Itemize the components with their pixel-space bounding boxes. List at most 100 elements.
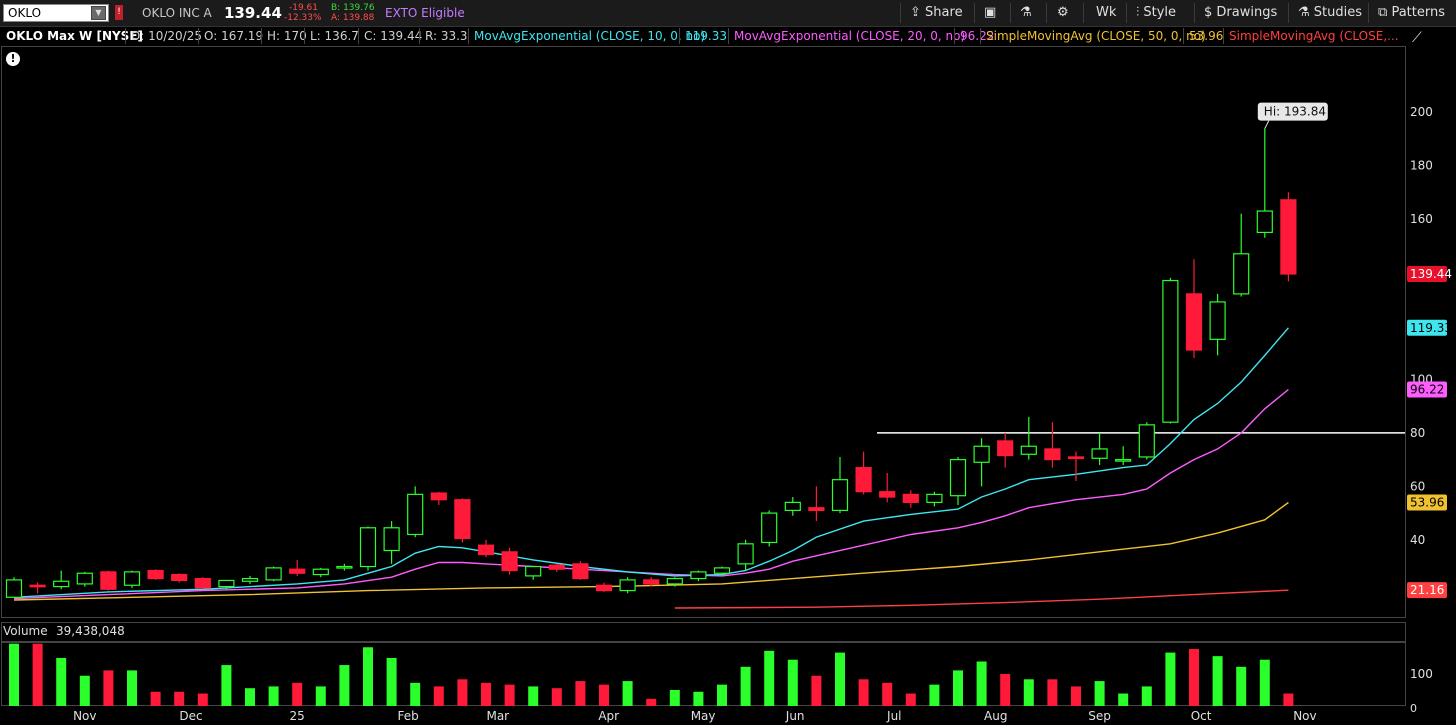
x-tick-label: Oct: [1191, 709, 1212, 723]
volume-bar-down: [1000, 673, 1011, 706]
candle-up: [5, 579, 23, 598]
volume-bar-down: [197, 693, 208, 706]
candle-up: [1209, 301, 1226, 340]
volume-bar-up: [315, 686, 326, 706]
candle-down: [171, 573, 188, 582]
volume-bar-up: [835, 652, 845, 706]
candle-down: [1067, 456, 1085, 460]
candle-up: [265, 567, 282, 581]
volume-bar-up: [127, 670, 137, 706]
candle-down: [147, 569, 164, 580]
candle-down: [430, 492, 447, 501]
volume-bar-down: [292, 682, 303, 706]
volume-bar-down: [811, 675, 822, 706]
candle-up: [1115, 459, 1132, 462]
x-tick-label: Apr: [598, 709, 619, 723]
candle-down: [289, 568, 306, 574]
candle-down: [1185, 293, 1203, 351]
volume-bar-up: [245, 688, 255, 706]
candle-down: [1280, 199, 1297, 275]
y-tick-label: 40: [1410, 533, 1425, 547]
candle-down: [902, 493, 919, 503]
x-tick-label: Jun: [785, 709, 805, 723]
volume-bar-up: [1094, 681, 1105, 706]
candle-down: [477, 544, 495, 556]
volume-bar-up: [787, 659, 798, 706]
candle-down: [855, 467, 872, 493]
volume-bar-up: [976, 661, 987, 706]
candle-up: [737, 543, 754, 565]
candle-up: [1091, 448, 1108, 459]
candle-down: [548, 564, 565, 570]
volume-bar-down: [103, 670, 114, 706]
x-tick-label: Aug: [984, 709, 1007, 723]
volume-bar-up: [528, 686, 539, 706]
volume-bar-up: [79, 675, 90, 706]
candle-up: [926, 493, 943, 503]
volume-bar-up: [56, 657, 67, 706]
price-tag-label: 96.22: [1410, 383, 1444, 397]
candle-down: [29, 584, 46, 588]
price-tag-label: 21.16: [1410, 583, 1444, 597]
volume-bar-up: [693, 691, 704, 706]
candle-down: [997, 440, 1014, 457]
volume-bar-down: [1283, 693, 1294, 706]
volume-bar-up: [9, 643, 19, 706]
candle-up: [241, 577, 259, 582]
candle-up: [619, 579, 636, 592]
price-tag-label: 139.44: [1410, 267, 1452, 281]
candle-down: [572, 563, 589, 580]
candle-down: [1044, 448, 1061, 461]
volume-bar-up: [717, 684, 727, 706]
candle-down: [595, 584, 613, 592]
x-tick-label: Feb: [397, 709, 418, 723]
y-tick-label: 180: [1410, 159, 1433, 173]
volume-bar-down: [433, 686, 444, 706]
candle-up: [1233, 253, 1250, 295]
x-tick-label: Sep: [1088, 709, 1111, 723]
candle-up: [973, 445, 990, 463]
volume-bar-down: [150, 691, 161, 706]
candle-up: [336, 565, 353, 569]
candle-down: [501, 551, 518, 572]
x-tick-label: 25: [290, 709, 305, 723]
candle-up: [690, 571, 707, 580]
volume-tick-label: 100: [1410, 667, 1433, 681]
volume-bar-up: [669, 689, 680, 706]
volume-bar-down: [646, 698, 657, 706]
x-tick-label: Jul: [886, 709, 901, 723]
volume-bar-down: [882, 682, 893, 706]
candle-up: [525, 565, 542, 577]
candle-up: [1256, 210, 1273, 234]
volume-bar-up: [1141, 686, 1152, 706]
volume-bar-up: [622, 681, 633, 706]
volume-bar-down: [905, 693, 916, 706]
volume-bar-down: [32, 643, 43, 706]
volume-bar-down: [457, 679, 468, 706]
volume-bar-up: [268, 686, 279, 706]
volume-bar-down: [858, 679, 869, 706]
volume-bar-down: [174, 691, 185, 706]
y-tick-label: 200: [1410, 105, 1433, 119]
candle-up: [312, 568, 329, 576]
volume-bar-up: [1165, 652, 1176, 706]
volume-bar-down: [575, 681, 586, 706]
ema10-line: [13, 327, 1289, 598]
candle-down: [100, 571, 117, 590]
candle-up: [713, 567, 731, 574]
volume-bar-down: [504, 684, 515, 706]
candle-down: [879, 491, 896, 498]
candle-up: [1138, 424, 1155, 458]
candle-up: [1020, 445, 1037, 455]
candle-down: [454, 499, 471, 540]
candle-up: [53, 580, 70, 588]
volume-bar-down: [1071, 686, 1081, 706]
volume-bar-up: [1118, 693, 1129, 706]
volume-bar-up: [740, 666, 751, 706]
volume-bar-down: [1047, 679, 1058, 706]
x-tick-label: Mar: [486, 709, 509, 723]
candle-down: [643, 579, 660, 585]
candle-up: [1162, 279, 1179, 423]
candle-up: [761, 512, 778, 544]
price-chart[interactable]: 406080100140160180200Hi: 193.84139.44119…: [0, 0, 1456, 725]
